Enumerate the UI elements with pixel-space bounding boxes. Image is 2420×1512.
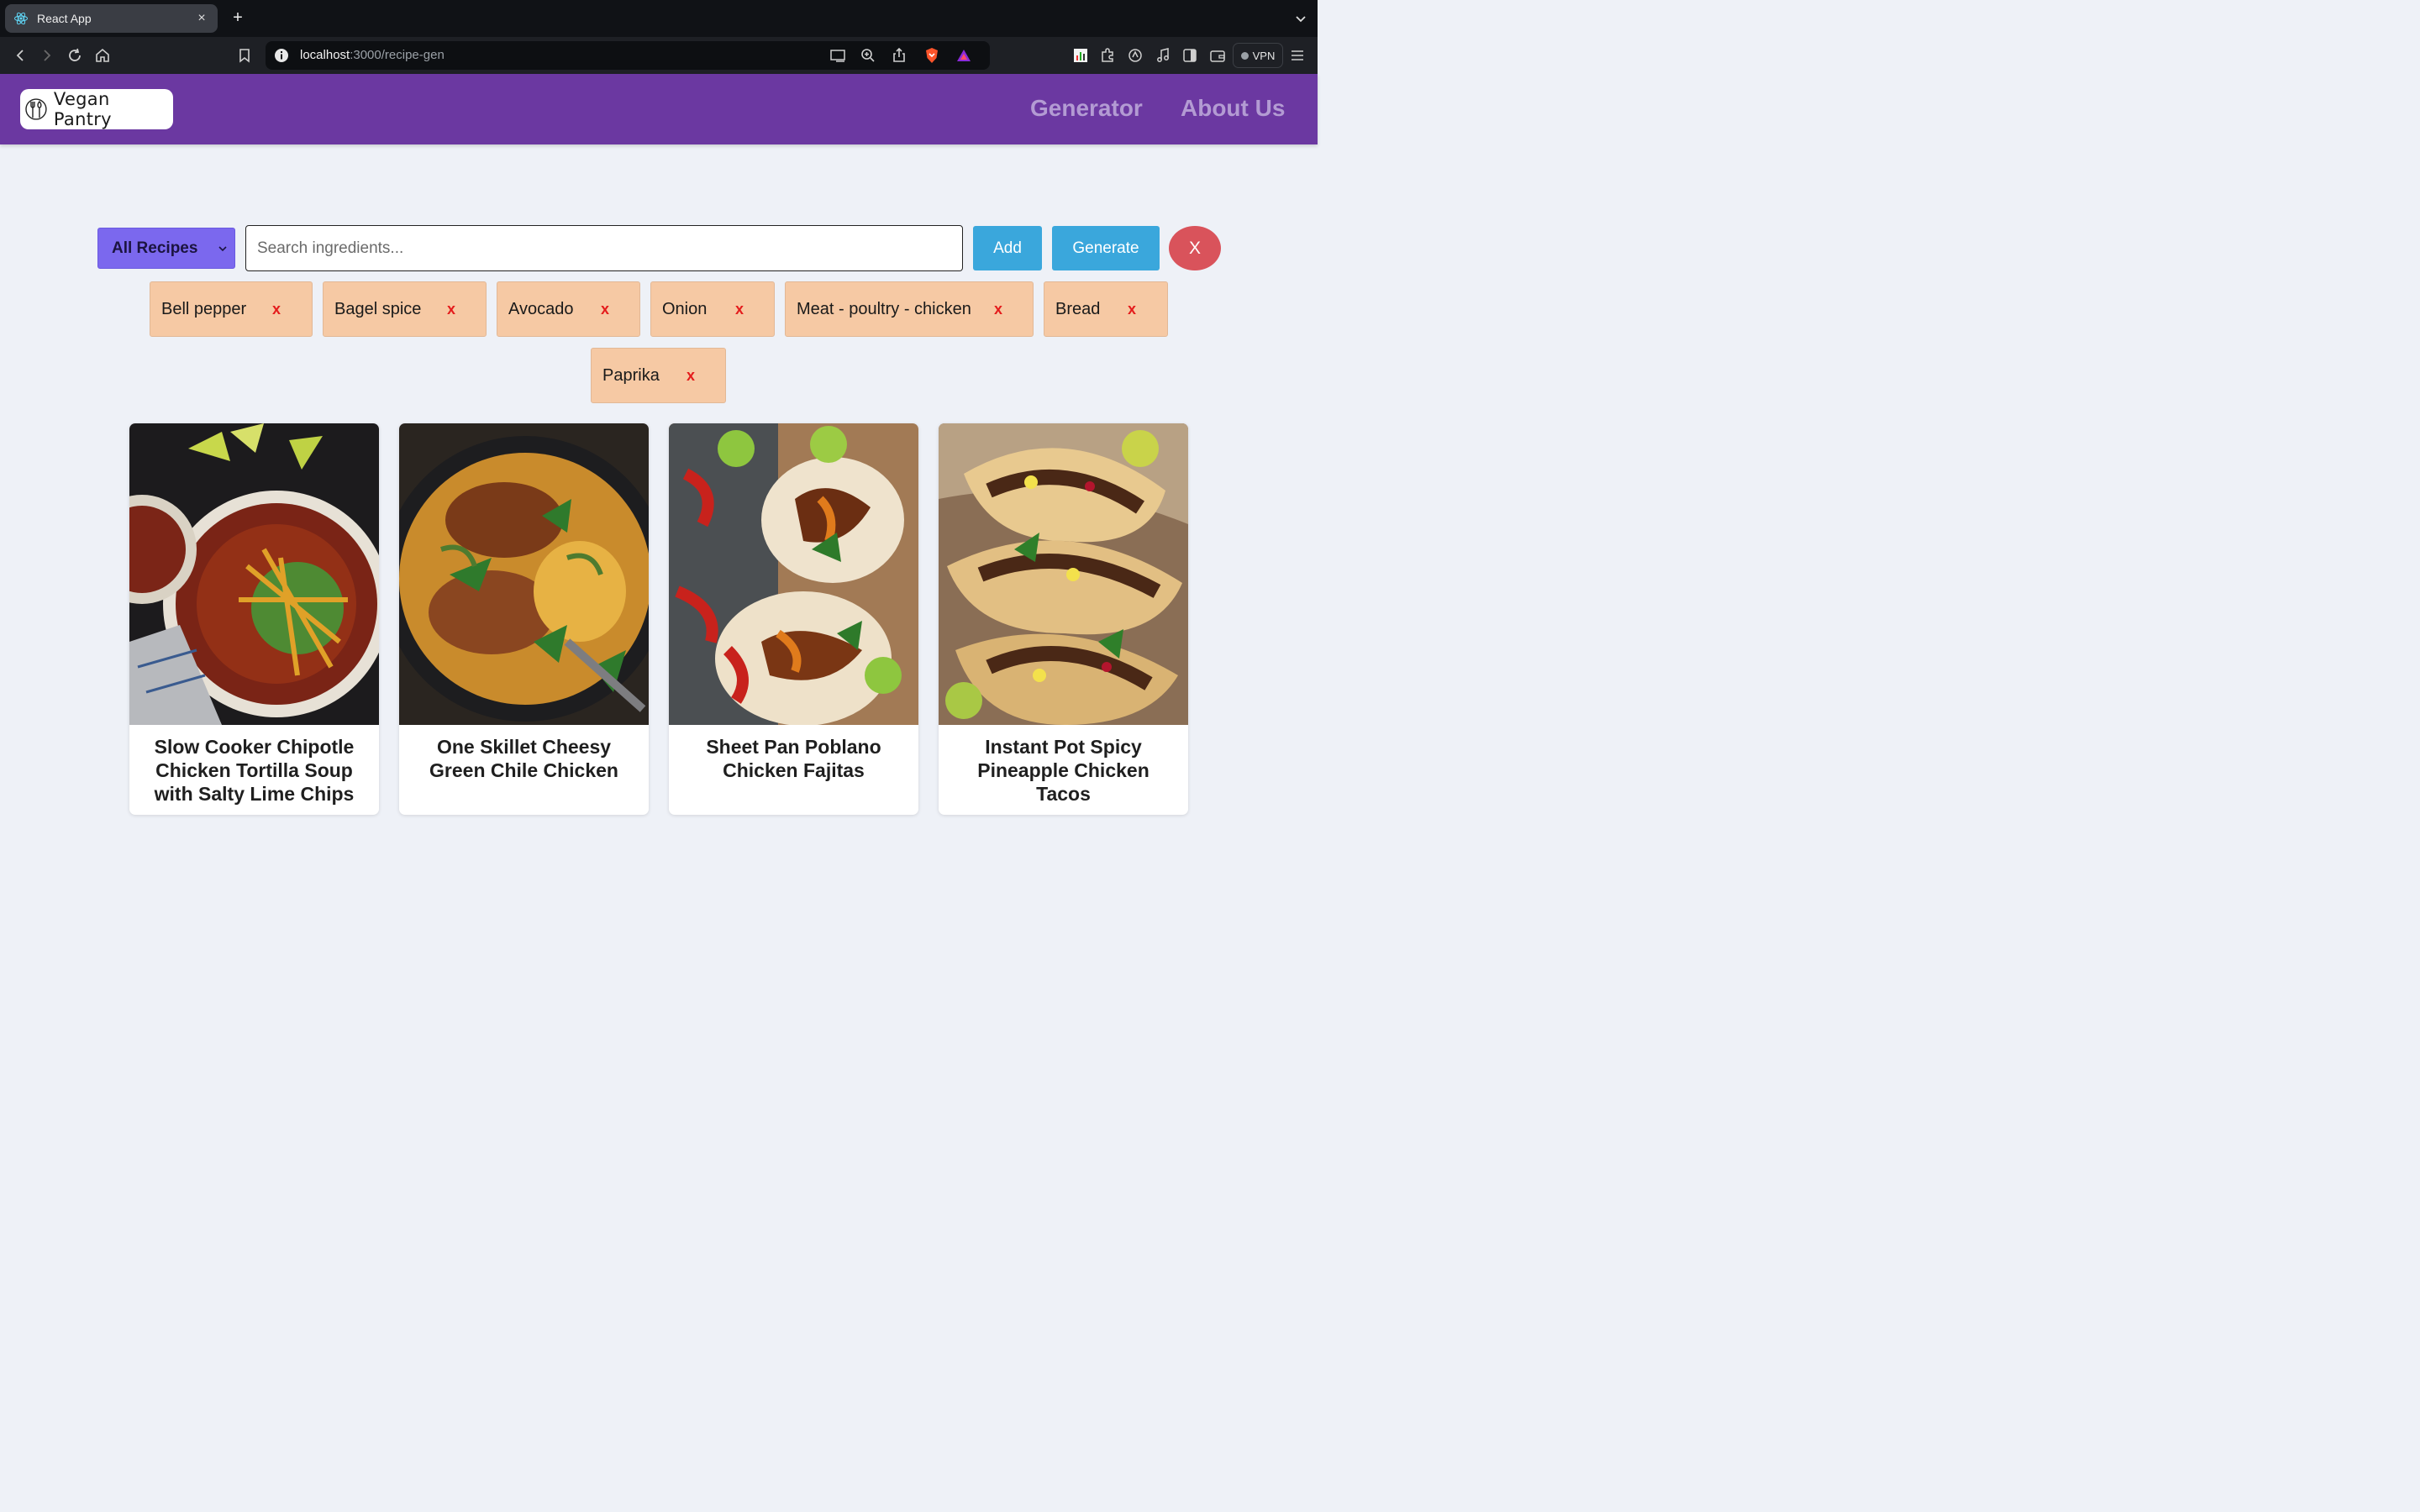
address-bar[interactable]: localhost:3000/recipe-gen: [266, 41, 990, 70]
recipe-card[interactable]: Sheet Pan Poblano Chicken Fajitas: [669, 423, 918, 815]
ingredient-label: Onion: [662, 299, 708, 318]
recipe-filter-select[interactable]: All Recipes: [97, 228, 235, 269]
back-icon[interactable]: [11, 46, 29, 65]
ingredient-chip: Avocado x: [497, 281, 640, 337]
ingredient-chip: Meat - poultry - chicken x: [785, 281, 1034, 337]
recipe-card[interactable]: One Skillet Cheesy Green Chile Chicken: [399, 423, 649, 815]
ingredient-chip: Bread x: [1044, 281, 1168, 337]
zoom-icon[interactable]: [859, 46, 877, 65]
recipe-title: One Skillet Cheesy Green Chile Chicken: [429, 736, 618, 781]
vpn-button[interactable]: VPN: [1233, 43, 1283, 68]
ingredient-search-input[interactable]: [245, 225, 963, 271]
logo-text: Vegan Pantry: [53, 89, 112, 129]
remove-ingredient-button[interactable]: x: [447, 301, 455, 318]
remove-ingredient-button[interactable]: x: [994, 301, 1002, 318]
ingredient-label: Bread: [1055, 299, 1101, 318]
vpn-status-icon: [1240, 51, 1249, 60]
logo[interactable]: Vegan Pantry: [20, 89, 173, 129]
ingredient-label: Avocado: [508, 299, 574, 318]
browser-toolbar: localhost:3000/recipe-gen VPN: [0, 37, 1318, 74]
url-text: localhost:3000/recipe-gen: [300, 48, 445, 62]
home-icon[interactable]: [93, 46, 112, 65]
remove-ingredient-button[interactable]: x: [1128, 301, 1136, 318]
tab-list-chevron-icon[interactable]: [1292, 10, 1309, 27]
fork-spoon-logo-icon: [25, 98, 47, 120]
ingredient-label: Paprika: [602, 365, 660, 385]
recipe-title: Instant Pot Spicy Pineapple Chicken Taco…: [977, 736, 1150, 805]
wallet-icon[interactable]: [1208, 46, 1227, 65]
extensions-puzzle-icon[interactable]: [1098, 46, 1117, 65]
filter-selected-value: All Recipes: [112, 239, 198, 257]
remove-ingredient-button[interactable]: x: [687, 367, 695, 385]
recipe-image: [669, 423, 918, 725]
brave-rewards-icon[interactable]: [955, 46, 973, 65]
recipe-image: [129, 423, 379, 725]
share-icon[interactable]: [890, 46, 908, 65]
ingredient-chip: Bagel spice x: [323, 281, 487, 337]
tab-close-icon[interactable]: ×: [194, 11, 209, 26]
ingredient-label: Bell pepper: [161, 299, 247, 318]
recipe-card[interactable]: Slow Cooker Chipotle Chicken Tortilla So…: [129, 423, 379, 815]
recipe-image: [399, 423, 649, 725]
sidebar-toggle-icon[interactable]: [1181, 46, 1199, 65]
vpn-label: VPN: [1252, 49, 1276, 62]
ingredient-chip: Onion x: [650, 281, 775, 337]
reload-icon[interactable]: [66, 46, 84, 65]
remove-ingredient-button[interactable]: x: [272, 301, 281, 318]
ingredient-chip: Paprika x: [591, 348, 726, 403]
forward-icon[interactable]: [38, 46, 56, 65]
generate-button[interactable]: Generate: [1052, 226, 1160, 270]
recipe-card[interactable]: Instant Pot Spicy Pineapple Chicken Taco…: [939, 423, 1188, 815]
leo-ai-icon[interactable]: [1126, 46, 1144, 65]
nav-link-about-us[interactable]: About Us: [1181, 95, 1285, 122]
site-info-icon[interactable]: [274, 48, 289, 63]
bookmark-icon[interactable]: [235, 46, 254, 65]
add-button[interactable]: Add: [973, 226, 1042, 270]
remove-ingredient-button[interactable]: x: [735, 301, 744, 318]
cast-icon[interactable]: [829, 46, 847, 65]
ingredient-label: Meat - poultry - chicken: [797, 299, 971, 318]
tab-title: React App: [37, 12, 92, 25]
url-host: localhost: [300, 48, 350, 62]
recipe-image: [939, 423, 1188, 725]
nav-link-generator[interactable]: Generator: [1030, 95, 1143, 122]
ingredient-label: Bagel spice: [334, 299, 422, 318]
recipe-title: Sheet Pan Poblano Chicken Fajitas: [706, 736, 881, 781]
extension-chart-icon[interactable]: [1071, 46, 1090, 65]
react-logo-icon: [14, 12, 28, 25]
media-music-icon[interactable]: [1154, 46, 1172, 65]
brave-shield-icon[interactable]: [923, 46, 941, 65]
remove-ingredient-button[interactable]: x: [601, 301, 609, 318]
recipe-title: Slow Cooker Chipotle Chicken Tortilla So…: [154, 736, 355, 805]
clear-button[interactable]: X: [1169, 226, 1221, 270]
app-navbar: Vegan Pantry Generator About Us: [0, 74, 1318, 144]
browser-tab[interactable]: React App ×: [5, 4, 218, 33]
new-tab-button[interactable]: +: [229, 8, 247, 27]
hamburger-menu-icon[interactable]: [1288, 46, 1307, 65]
ingredient-chip: Bell pepper x: [150, 281, 313, 337]
chevron-down-icon: [218, 246, 227, 252]
browser-tab-bar: React App × +: [0, 0, 1318, 37]
url-path: :3000/recipe-gen: [350, 48, 445, 62]
